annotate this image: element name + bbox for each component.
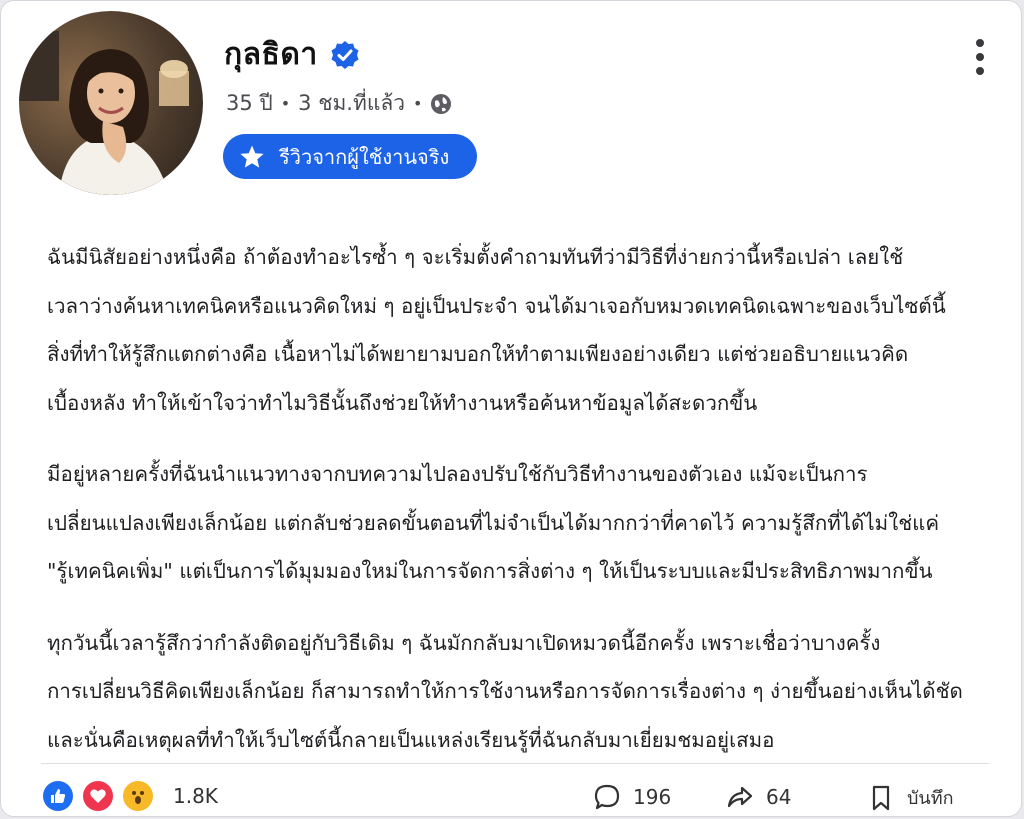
comment-button[interactable]: 196 — [593, 783, 671, 811]
star-icon — [240, 145, 264, 168]
share-icon — [727, 786, 753, 808]
like-icon — [43, 781, 73, 811]
bookmark-icon — [872, 785, 890, 810]
reaction-count: 1.8K — [173, 784, 218, 808]
text-line: เบื้องหลัง ทำให้เข้าใจว่าทำไมวิธีนั้นถึง… — [47, 390, 758, 415]
author-name[interactable]: กุลธิดา — [224, 31, 318, 78]
post-paragraph: ฉันมีนิสัยอย่างหนึ่งคือ ถ้าต้องทำอะไรซ้ำ… — [47, 233, 987, 427]
avatar[interactable] — [19, 11, 203, 195]
heart-icon — [83, 781, 113, 811]
wow-icon — [123, 781, 153, 811]
author-header: กุลธิดา — [224, 31, 360, 78]
text-line: มีอยู่หลายครั้งที่ฉันนำแนวทางจากบทความไป… — [47, 462, 868, 486]
post-time[interactable]: 3 ชม.ที่แล้ว — [298, 87, 405, 120]
footer-divider — [41, 763, 989, 764]
post-meta: 35 ปี • 3 ชม.ที่แล้ว • — [226, 87, 452, 120]
text-line: สิ่งที่ทำให้รู้สึกแตกต่างคือ เนื้อหาไม่ไ… — [47, 342, 909, 366]
author-age: 35 ปี — [226, 91, 273, 115]
post-card: กุลธิดา 35 ปี • 3 ชม.ที่แล้ว • รีวิวจากผ… — [0, 0, 1022, 817]
post-paragraph: มีอยู่หลายครั้งที่ฉันนำแนวทางจากบทความไป… — [47, 450, 987, 596]
save-button[interactable]: บันทึก — [867, 783, 954, 812]
badge-label: รีวิวจากผู้ใช้งานจริง — [279, 144, 450, 169]
comment-count: 196 — [633, 785, 672, 809]
text-line: การเปลี่ยนวิธีคิดเพียงเล็กน้อย ก็สามารถท… — [47, 679, 963, 703]
reaction-summary[interactable]: 1.8K — [43, 781, 218, 811]
save-label: บันทึก — [907, 788, 954, 809]
meta-separator: • — [280, 94, 291, 113]
share-button[interactable]: 64 — [726, 783, 791, 811]
share-count: 64 — [766, 785, 792, 809]
comment-icon — [594, 784, 620, 810]
post-body: ฉันมีนิสัยอย่างหนึ่งคือ ถ้าต้องทำอะไรซ้ำ… — [47, 233, 987, 787]
more-options-icon[interactable] — [969, 37, 991, 77]
meta-separator: • — [413, 94, 423, 113]
post-paragraph: ทุกวันนี้เวลารู้สึกว่ากำลังติดอยู่กับวิธ… — [47, 619, 987, 765]
text-line: เปลี่ยนแปลงเพียงเล็กน้อย แต่กลับช่วยลดขั… — [47, 510, 940, 535]
text-line: ฉันมีนิสัยอย่างหนึ่งคือ ถ้าต้องทำอะไรซ้ำ… — [47, 245, 904, 269]
text-line: และนั่นคือเหตุผลที่ทำให้เว็บไซต์นี้กลายเ… — [47, 727, 775, 752]
verified-icon — [331, 40, 359, 69]
post-footer: 1.8K 196 64 บันทึก — [1, 773, 1021, 816]
text-line: "รู้เทคนิคเพิ่ม" แต่เป็นการได้มุมมองใหม่… — [47, 559, 933, 583]
text-line: เวลาว่างค้นหาเทคนิคหรือแนวคิดใหม่ ๆ อยู่… — [47, 293, 946, 318]
verified-review-badge[interactable]: รีวิวจากผู้ใช้งานจริง — [223, 134, 477, 179]
globe-icon[interactable] — [430, 93, 452, 115]
text-line: ทุกวันนี้เวลารู้สึกว่ากำลังติดอยู่กับวิธ… — [47, 630, 881, 655]
